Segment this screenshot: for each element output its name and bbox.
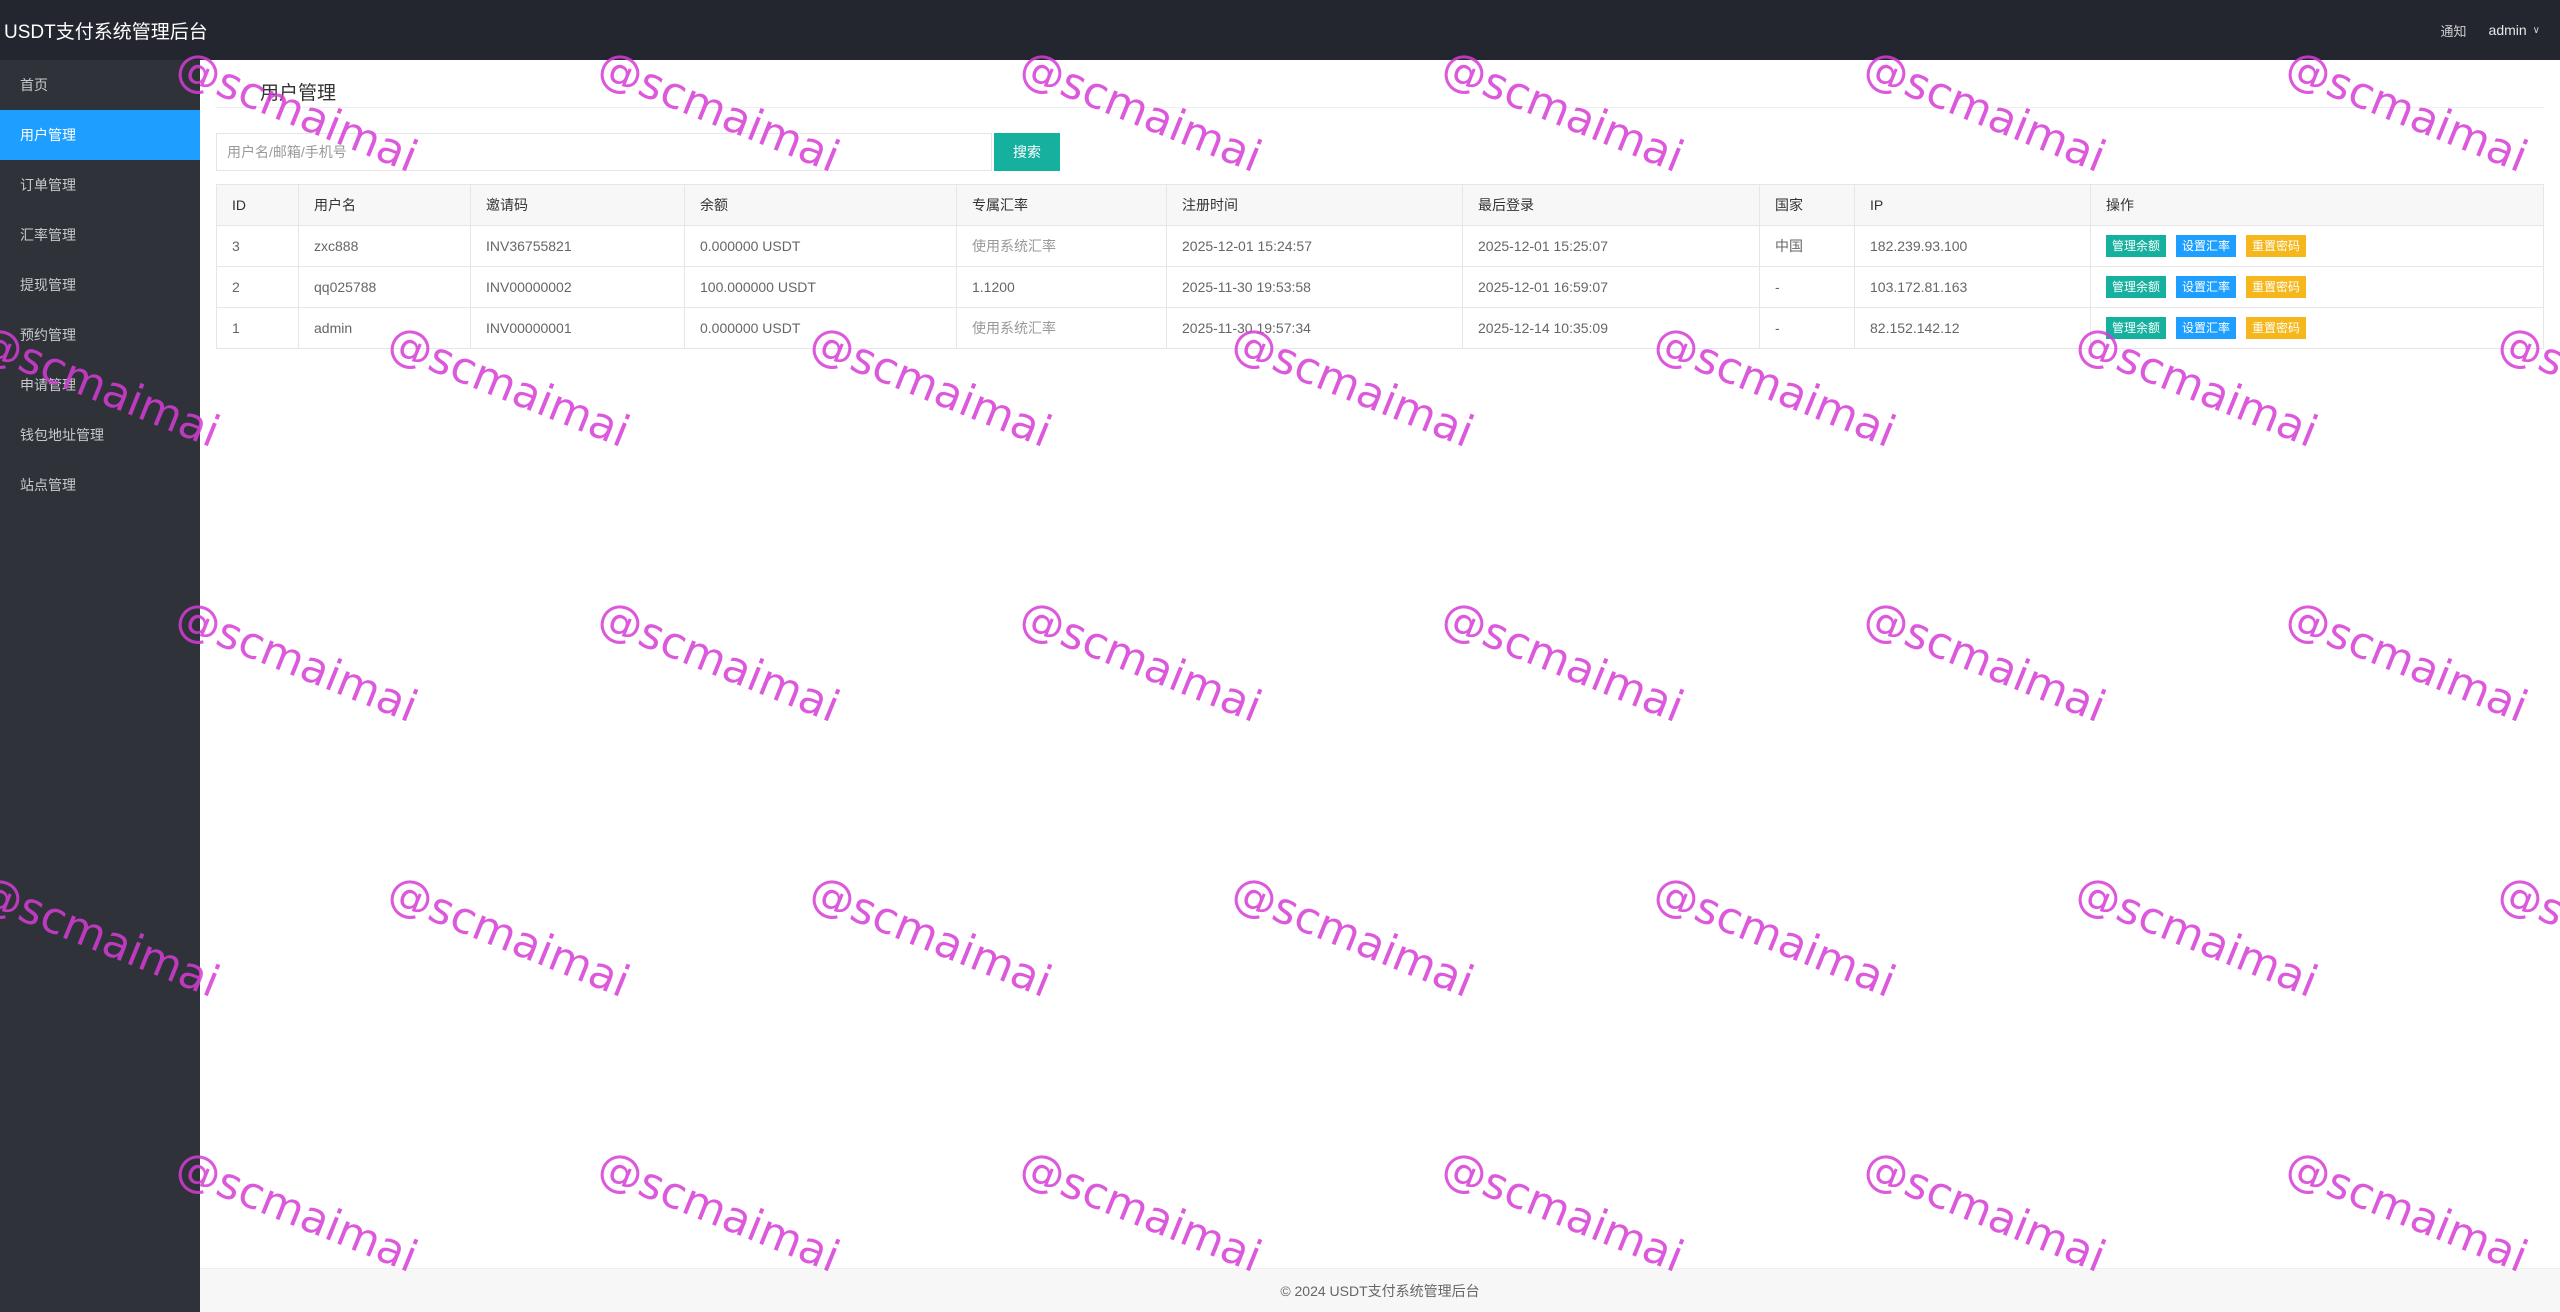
column-header-country: 国家 xyxy=(1759,184,1855,226)
top-bar: USDT支付系统管理后台 通知 admin ∨ xyxy=(0,0,2560,60)
chevron-down-icon: ∨ xyxy=(2532,24,2540,36)
manage-balance-button[interactable]: 管理余额 xyxy=(2106,235,2167,257)
cell-ip: 182.239.93.100 xyxy=(1854,225,2091,267)
column-header-invite-code: 邀请码 xyxy=(470,184,685,226)
top-right-area: 通知 admin ∨ xyxy=(2441,21,2540,40)
sidebar-item-users[interactable]: 用户管理 xyxy=(0,110,200,160)
sidebar-item-applications[interactable]: 申请管理 xyxy=(0,360,200,410)
cell-invite-code: INV00000001 xyxy=(470,307,685,349)
cell-actions: 管理余额 设置汇率 重置密码 xyxy=(2090,266,2544,308)
search-input[interactable] xyxy=(216,133,992,171)
cell-balance: 0.000000 USDT xyxy=(684,225,957,267)
column-header-actions: 操作 xyxy=(2090,184,2544,226)
search-bar: 搜索 xyxy=(216,132,2544,172)
table-row: 2 qq025788 INV00000002 100.000000 USDT 1… xyxy=(216,266,2544,308)
manage-balance-button[interactable]: 管理余额 xyxy=(2106,276,2167,298)
app-title: USDT支付系统管理后台 xyxy=(4,21,208,43)
column-header-id: ID xyxy=(216,184,299,226)
cell-invite-code: INV00000002 xyxy=(470,266,685,308)
footer-copyright: © 2024 USDT支付系统管理后台 xyxy=(1280,1282,1480,1299)
column-header-username: 用户名 xyxy=(298,184,471,226)
footer: © 2024 USDT支付系统管理后台 xyxy=(200,1268,2560,1312)
cell-registered: 2025-11-30 19:53:58 xyxy=(1166,266,1463,308)
cell-actions: 管理余额 设置汇率 重置密码 xyxy=(2090,225,2544,267)
main-content: 用户管理 搜索 ID 用户名 邀请码 余额 专属汇率 注册时间 最后登录 国家 … xyxy=(200,60,2560,1268)
sidebar-item-label: 预约管理 xyxy=(20,327,76,343)
table-row: 1 admin INV00000001 0.000000 USDT 使用系统汇率… xyxy=(216,307,2544,349)
cell-rate: 使用系统汇率 xyxy=(956,225,1167,267)
sidebar-item-withdrawals[interactable]: 提现管理 xyxy=(0,260,200,310)
users-table: ID 用户名 邀请码 余额 专属汇率 注册时间 最后登录 国家 IP 操作 3 … xyxy=(216,184,2544,349)
cell-id: 3 xyxy=(216,225,299,267)
column-header-balance: 余额 xyxy=(684,184,957,226)
set-rate-button[interactable]: 设置汇率 xyxy=(2176,235,2237,257)
cell-username: zxc888 xyxy=(298,225,471,267)
sidebar-item-label: 站点管理 xyxy=(20,477,76,493)
cell-username: admin xyxy=(298,307,471,349)
cell-registered: 2025-12-01 15:24:57 xyxy=(1166,225,1463,267)
sidebar-item-label: 申请管理 xyxy=(20,377,76,393)
sidebar-item-rates[interactable]: 汇率管理 xyxy=(0,210,200,260)
cell-id: 1 xyxy=(216,307,299,349)
sidebar-item-label: 首页 xyxy=(20,77,48,93)
page-header: 用户管理 xyxy=(216,60,2544,108)
set-rate-button[interactable]: 设置汇率 xyxy=(2176,317,2237,339)
column-header-ip: IP xyxy=(1854,184,2091,226)
sidebar-item-reservations[interactable]: 预约管理 xyxy=(0,310,200,360)
user-menu[interactable]: admin ∨ xyxy=(2489,22,2540,38)
search-button[interactable]: 搜索 xyxy=(994,133,1060,171)
sidebar-item-wallets[interactable]: 钱包地址管理 xyxy=(0,410,200,460)
cell-rate: 1.1200 xyxy=(956,266,1167,308)
cell-balance: 0.000000 USDT xyxy=(684,307,957,349)
reset-password-button[interactable]: 重置密码 xyxy=(2246,235,2307,257)
cell-country: 中国 xyxy=(1759,225,1855,267)
cell-ip: 103.172.81.163 xyxy=(1854,266,2091,308)
page-title: 用户管理 xyxy=(260,83,337,104)
cell-ip: 82.152.142.12 xyxy=(1854,307,2091,349)
cell-country: - xyxy=(1759,266,1855,308)
cell-last-login: 2025-12-01 15:25:07 xyxy=(1462,225,1760,267)
column-header-rate: 专属汇率 xyxy=(956,184,1167,226)
notice-link[interactable]: 通知 xyxy=(2441,21,2467,40)
table-header-row: ID 用户名 邀请码 余额 专属汇率 注册时间 最后登录 国家 IP 操作 xyxy=(216,184,2544,226)
cell-username: qq025788 xyxy=(298,266,471,308)
column-header-registered: 注册时间 xyxy=(1166,184,1463,226)
set-rate-button[interactable]: 设置汇率 xyxy=(2176,276,2237,298)
reset-password-button[interactable]: 重置密码 xyxy=(2246,276,2307,298)
sidebar-item-label: 钱包地址管理 xyxy=(20,427,104,443)
sidebar-item-label: 汇率管理 xyxy=(20,227,76,243)
sidebar-item-sites[interactable]: 站点管理 xyxy=(0,460,200,510)
sidebar-item-home[interactable]: 首页 xyxy=(0,60,200,110)
cell-country: - xyxy=(1759,307,1855,349)
cell-balance: 100.000000 USDT xyxy=(684,266,957,308)
sidebar-item-label: 提现管理 xyxy=(20,277,76,293)
cell-invite-code: INV36755821 xyxy=(470,225,685,267)
sidebar-item-label: 订单管理 xyxy=(20,177,76,193)
cell-actions: 管理余额 设置汇率 重置密码 xyxy=(2090,307,2544,349)
cell-last-login: 2025-12-01 16:59:07 xyxy=(1462,266,1760,308)
cell-id: 2 xyxy=(216,266,299,308)
cell-last-login: 2025-12-14 10:35:09 xyxy=(1462,307,1760,349)
sidebar-item-label: 用户管理 xyxy=(20,127,76,143)
sidebar-item-orders[interactable]: 订单管理 xyxy=(0,160,200,210)
cell-registered: 2025-11-30 19:57:34 xyxy=(1166,307,1463,349)
cell-rate: 使用系统汇率 xyxy=(956,307,1167,349)
reset-password-button[interactable]: 重置密码 xyxy=(2246,317,2307,339)
table-row: 3 zxc888 INV36755821 0.000000 USDT 使用系统汇… xyxy=(216,225,2544,267)
column-header-last-login: 最后登录 xyxy=(1462,184,1760,226)
manage-balance-button[interactable]: 管理余额 xyxy=(2106,317,2167,339)
username-label: admin xyxy=(2488,22,2527,38)
sidebar: 首页 用户管理 订单管理 汇率管理 提现管理 预约管理 申请管理 钱包地址管理 … xyxy=(0,60,200,1312)
